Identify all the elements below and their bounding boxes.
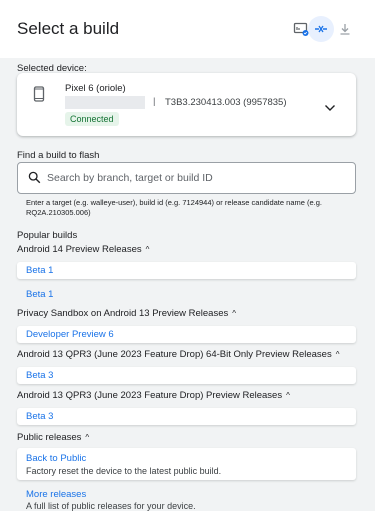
public-release-item[interactable]: Back to Public Factory reset the device … [17, 448, 356, 480]
chevron-up-icon[interactable]: ^ [232, 309, 236, 318]
group-title: Public releases [17, 432, 82, 443]
group-header[interactable]: Privacy Sandbox on Android 13 Preview Re… [17, 308, 236, 319]
group-header[interactable]: Android 14 Preview Releases ^ [17, 244, 149, 255]
device-name: Pixel 6 (oriole) [65, 83, 126, 94]
search-hint: Enter a target (e.g. walleye-user), buil… [26, 198, 323, 217]
public-release-label[interactable]: More releases [26, 489, 86, 500]
public-release-desc: A full list of public releases for your … [26, 501, 196, 511]
chevron-up-icon[interactable]: ^ [85, 433, 89, 442]
search-input[interactable]: Search by branch, target or build ID [17, 162, 356, 194]
build-item-label[interactable]: Beta 3 [26, 370, 53, 381]
page-title: Select a build [17, 19, 120, 38]
search-icon [28, 171, 41, 189]
build-item-label[interactable]: Beta 1 [26, 265, 53, 276]
public-release-desc: Factory reset the device to the latest p… [26, 466, 222, 476]
group-header[interactable]: Public releases ^ [17, 432, 89, 443]
chevron-up-icon[interactable]: ^ [336, 350, 340, 359]
search-label: Find a build to flash [17, 150, 100, 161]
group-title: Privacy Sandbox on Android 13 Preview Re… [17, 308, 229, 319]
header: Select a build [0, 0, 375, 58]
build-item[interactable]: Beta 1 [17, 286, 356, 303]
group-title: Android 13 QPR3 (June 2023 Feature Drop)… [17, 390, 283, 401]
build-item-label[interactable]: Beta 1 [26, 289, 53, 300]
public-release-label[interactable]: Back to Public [26, 453, 86, 464]
redacted-serial [65, 96, 145, 109]
phone-icon [33, 86, 45, 107]
build-item-label[interactable]: Beta 3 [26, 411, 53, 422]
download-icon[interactable] [334, 18, 356, 40]
build-item-label[interactable]: Developer Preview 6 [26, 329, 114, 340]
build-item[interactable]: Beta 3 [17, 408, 356, 425]
separator: | [153, 96, 156, 107]
group-title: Android 14 Preview Releases [17, 244, 142, 255]
popular-builds-label: Popular builds [17, 230, 78, 241]
status-badge: Connected [65, 112, 119, 126]
public-release-item[interactable]: More releases A full list of public rele… [17, 484, 356, 511]
build-item[interactable]: Developer Preview 6 [17, 326, 356, 343]
device-build-id: T3B3.230413.003 (9957835) [165, 97, 287, 108]
group-header[interactable]: Android 13 QPR3 (June 2023 Feature Drop)… [17, 390, 290, 401]
disconnect-icon[interactable] [308, 16, 334, 42]
chevron-up-icon[interactable]: ^ [146, 245, 150, 254]
group-title: Android 13 QPR3 (June 2023 Feature Drop)… [17, 349, 332, 360]
search-placeholder: Search by branch, target or build ID [47, 172, 213, 184]
build-item[interactable]: Beta 1 [17, 262, 356, 279]
build-item[interactable]: Beta 3 [17, 367, 356, 384]
group-header[interactable]: Android 13 QPR3 (June 2023 Feature Drop)… [17, 349, 339, 360]
chevron-up-icon[interactable]: ^ [286, 391, 290, 400]
device-card[interactable]: Pixel 6 (oriole) | T3B3.230413.003 (9957… [17, 73, 356, 136]
chevron-down-icon[interactable] [324, 99, 336, 117]
